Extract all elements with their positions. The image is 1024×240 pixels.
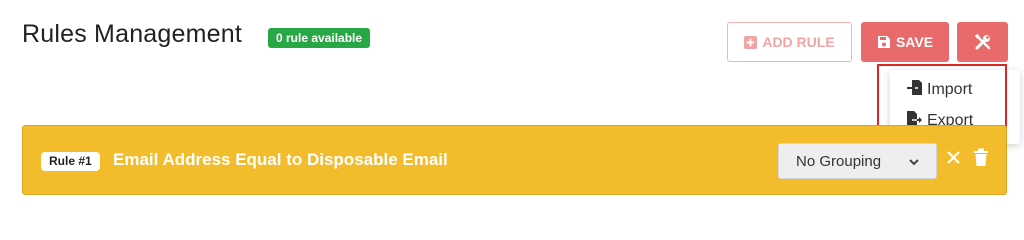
floppy-disk-icon bbox=[877, 35, 891, 49]
rule-number-tag: Rule #1 bbox=[41, 152, 100, 171]
collapse-icon[interactable] bbox=[946, 150, 961, 170]
tools-menu-button[interactable] bbox=[957, 22, 1008, 62]
grouping-value: No Grouping bbox=[796, 152, 882, 170]
page-title: Rules Management bbox=[22, 20, 242, 48]
rule-count-badge: 0 rule available bbox=[268, 28, 371, 48]
save-label: SAVE bbox=[895, 34, 934, 50]
grouping-select[interactable]: No Grouping bbox=[778, 143, 937, 179]
menu-item-import[interactable]: Import bbox=[906, 79, 972, 101]
rule-row: Rule #1 Email Address Equal to Disposabl… bbox=[22, 125, 1007, 195]
save-button[interactable]: SAVE bbox=[861, 22, 949, 62]
trash-icon[interactable] bbox=[973, 148, 989, 172]
file-import-icon bbox=[906, 79, 923, 101]
plus-square-icon bbox=[744, 35, 758, 49]
chevron-down-icon bbox=[908, 155, 920, 172]
menu-item-import-label: Import bbox=[927, 81, 973, 98]
add-rule-button[interactable]: ADD RULE bbox=[727, 22, 852, 62]
tools-icon bbox=[974, 33, 992, 51]
rule-title: Email Address Equal to Disposable Email bbox=[113, 150, 448, 169]
add-rule-label: ADD RULE bbox=[762, 34, 835, 50]
